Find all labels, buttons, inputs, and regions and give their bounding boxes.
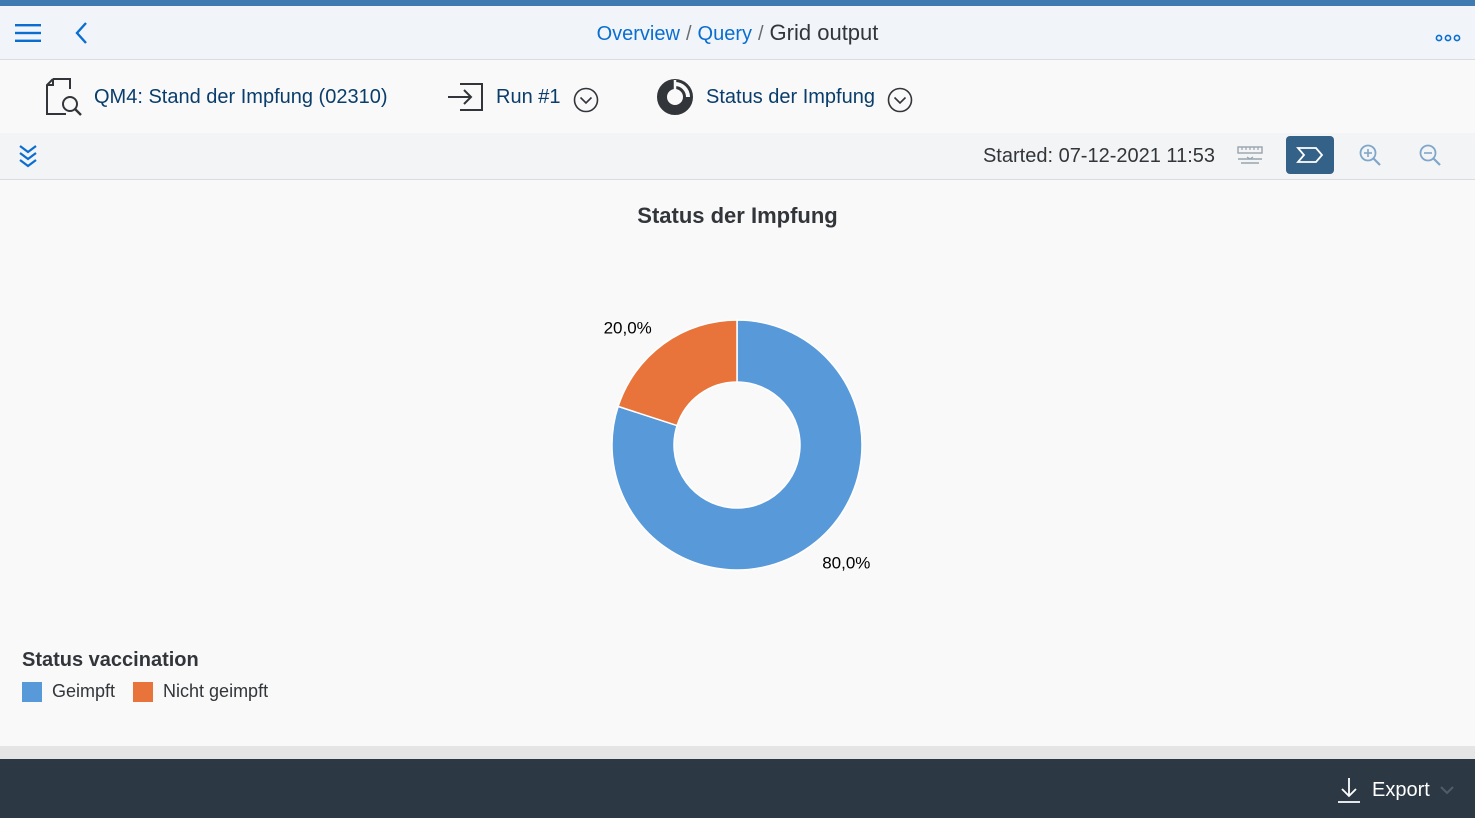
chart-toolbar: Started: 07-12-2021 11:53 — [0, 133, 1475, 180]
menu-button[interactable] — [10, 15, 46, 51]
chart-legend: Geimpft Nicht geimpft — [22, 681, 286, 702]
expand-header-button[interactable] — [12, 140, 44, 172]
legend-title: Status vaccination — [22, 649, 199, 671]
legend-item-geimpft[interactable]: Geimpft — [22, 681, 115, 702]
export-button[interactable]: Export — [1336, 773, 1454, 807]
chevron-down-circle-icon[interactable] — [573, 87, 599, 113]
query-link[interactable]: QM4: Stand der Impfung (02310) — [44, 61, 388, 133]
hamburger-icon — [15, 24, 41, 42]
horizontal-scrollbar[interactable] — [0, 746, 1475, 759]
breadcrumb-separator: / — [685, 23, 692, 45]
breadcrumb-overview-link[interactable]: Overview — [597, 23, 680, 45]
donut-chart: 80,0% 20,0% — [604, 319, 871, 573]
legend-label-geimpft: Geimpft — [52, 681, 116, 701]
breadcrumb: Overview / Query / Grid output — [0, 18, 1475, 49]
chevron-down-icon — [1440, 786, 1454, 795]
run-label: Run #1 — [496, 85, 561, 108]
zoom-out-icon — [1419, 144, 1441, 166]
ruler-icon — [1237, 146, 1263, 164]
run-selector[interactable]: Run #1 — [446, 61, 599, 133]
page-title: Grid output — [769, 20, 879, 45]
data-label-geimpft: 80,0% — [822, 553, 870, 572]
footer-bar: Export — [0, 759, 1475, 818]
tag-icon — [1296, 147, 1324, 163]
axis-settings-button[interactable] — [1226, 136, 1274, 174]
breadcrumb-query-link[interactable]: Query — [698, 23, 752, 45]
legend-swatch-geimpft — [22, 681, 42, 702]
log-in-icon — [448, 83, 483, 111]
export-label: Export — [1372, 778, 1430, 801]
chevron-left-icon — [75, 22, 87, 44]
double-chevron-down-icon — [19, 145, 37, 168]
donut-chart-icon — [657, 79, 693, 115]
breadcrumb-separator: / — [757, 23, 764, 45]
back-button[interactable] — [64, 15, 100, 51]
overflow-dots-icon — [1435, 34, 1461, 42]
document-search-icon — [46, 78, 82, 116]
query-label: QM4: Stand der Impfung (02310) — [94, 85, 388, 108]
visualization-label: Status der Impfung — [706, 85, 875, 108]
legend-item-nicht-geimpft[interactable]: Nicht geimpft — [133, 681, 268, 702]
shell-bar: Overview / Query / Grid output — [0, 6, 1475, 60]
data-labels-toggle-button[interactable] — [1286, 136, 1334, 174]
more-options-button[interactable] — [1430, 24, 1466, 52]
legend-swatch-nicht-geimpft — [133, 681, 154, 702]
download-icon — [1338, 778, 1360, 803]
chevron-down-circle-icon[interactable] — [887, 87, 913, 113]
chart-area: Status der Impfung 80,0% 20,0% Status vac… — [0, 181, 1475, 746]
visualization-selector[interactable]: Status der Impfung — [656, 61, 913, 133]
object-header: QM4: Stand der Impfung (02310) Run #1 St… — [0, 61, 1475, 133]
zoom-in-icon — [1359, 144, 1381, 166]
zoom-out-button[interactable] — [1406, 136, 1454, 174]
zoom-in-button[interactable] — [1346, 136, 1394, 174]
started-timestamp: Started: 07-12-2021 11:53 — [982, 145, 1215, 167]
data-label-nicht-geimpft: 20,0% — [604, 319, 652, 338]
legend-label-nicht-geimpft: Nicht geimpft — [163, 681, 269, 701]
